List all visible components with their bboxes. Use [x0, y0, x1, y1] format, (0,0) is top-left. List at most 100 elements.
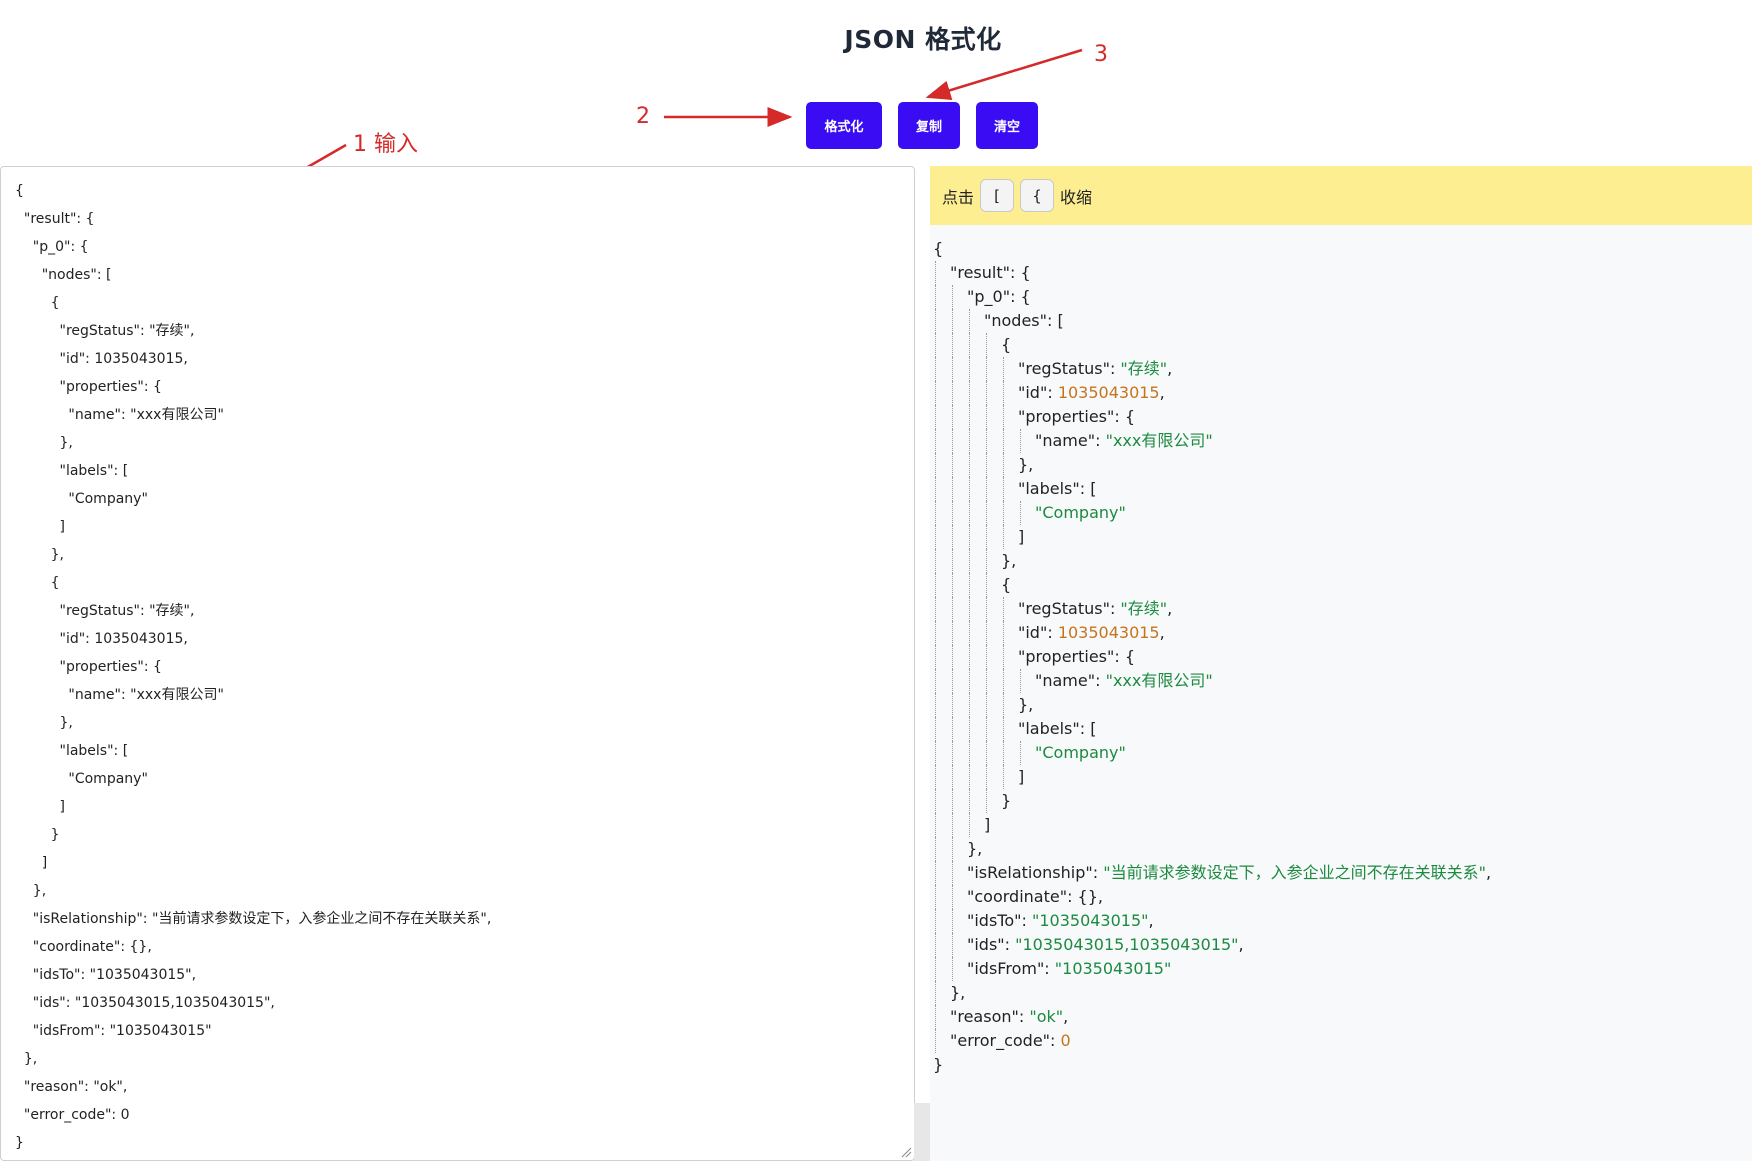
json-string-value: "Company" [1035, 743, 1126, 762]
input-line: "id": 1035043015, [15, 351, 188, 367]
input-line: }, [15, 435, 73, 451]
json-punctuation: { [1001, 575, 1012, 594]
indent-guide [986, 357, 987, 381]
json-punctuation: : [1092, 863, 1104, 882]
indent-guide [935, 309, 936, 333]
indent-guide [986, 693, 987, 717]
input-line: "properties": { [15, 659, 162, 675]
indent-guide [935, 333, 936, 357]
json-punctuation: ] [1018, 767, 1025, 786]
resize-handle-icon[interactable] [900, 1146, 912, 1158]
indent-guide [952, 429, 953, 453]
json-number-value: 1035043015 [1057, 383, 1160, 402]
input-line: "name": "xxx有限公司" [15, 407, 224, 423]
indent-guide [952, 549, 953, 573]
indent-guide [935, 477, 936, 501]
output-line: "id": 1035043015, [1018, 621, 1165, 645]
indent-guide [986, 453, 987, 477]
indent-guide [935, 597, 936, 621]
json-punctuation: : [ [1079, 479, 1097, 498]
indent-guide [935, 717, 936, 741]
input-line: "Company" [15, 771, 148, 787]
indent-guide [952, 597, 953, 621]
indent-guide [935, 501, 936, 525]
indent-guide [1020, 429, 1021, 453]
indent-guide [1003, 645, 1004, 669]
indent-guide [969, 381, 970, 405]
input-line: ] [15, 799, 65, 815]
indent-guide [952, 693, 953, 717]
clear-button[interactable]: 清空 [976, 102, 1038, 149]
page-title: JSON 格式化 [844, 25, 1002, 54]
indent-guide [952, 381, 953, 405]
indent-guide [935, 669, 936, 693]
indent-guide [986, 645, 987, 669]
input-line: }, [15, 715, 73, 731]
json-string-value: "Company" [1035, 503, 1126, 522]
indent-guide [935, 621, 936, 645]
json-punctuation: }, [1001, 551, 1017, 570]
indent-guide [969, 333, 970, 357]
json-punctuation: : [1021, 911, 1032, 930]
indent-guide [986, 525, 987, 549]
output-line: "reason": "ok", [950, 1005, 1068, 1029]
output-line: "idsFrom": "1035043015" [967, 957, 1171, 981]
indent-guide [986, 765, 987, 789]
json-key: "p_0" [967, 287, 1011, 306]
scrollbar[interactable] [914, 1103, 930, 1161]
json-string-value: "1035043015,1035043015" [1015, 935, 1239, 954]
json-punctuation: }, [950, 983, 966, 1002]
indent-guide [952, 717, 953, 741]
json-punctuation: }, [1018, 695, 1034, 714]
input-line: { [15, 575, 60, 591]
input-line: "idsTo": "1035043015", [15, 967, 197, 983]
input-line: "id": 1035043015, [15, 631, 188, 647]
json-key: "coordinate" [967, 887, 1068, 906]
indent-guide [969, 669, 970, 693]
indent-guide [952, 573, 953, 597]
output-line: "Company" [1035, 501, 1126, 525]
indent-guide [952, 885, 953, 909]
indent-guide [969, 765, 970, 789]
json-punctuation: , [1167, 359, 1173, 378]
output-line: "properties": { [1018, 405, 1135, 429]
input-line: "regStatus": "存续", [15, 603, 195, 619]
output-line: } [1001, 789, 1011, 813]
json-punctuation: ] [984, 815, 991, 834]
format-button[interactable]: 格式化 [806, 102, 882, 149]
indent-guide [935, 1029, 936, 1053]
input-line: "properties": { [15, 379, 162, 395]
json-punctuation: : { [1114, 647, 1136, 666]
json-punctuation: : [1095, 431, 1106, 450]
indent-guide [935, 813, 936, 837]
output-line: }, [1018, 693, 1033, 717]
json-input-textarea[interactable]: { "result": { "p_0": { "nodes": [ { "reg… [0, 166, 915, 1161]
json-string-value: "xxx有限公司" [1105, 671, 1213, 690]
indent-guide [952, 813, 953, 837]
indent-guide [952, 669, 953, 693]
formatted-output: {"result": {"p_0": {"nodes": [{"regStatu… [930, 225, 1752, 1161]
output-line: { [1001, 333, 1011, 357]
json-punctuation: : [1047, 623, 1058, 642]
output-line: { [933, 237, 943, 261]
json-punctuation: : [1004, 935, 1016, 954]
indent-guide [952, 957, 953, 981]
json-punctuation: , [1485, 863, 1492, 882]
input-line: "idsFrom": "1035043015" [15, 1023, 212, 1039]
indent-guide [935, 837, 936, 861]
indent-guide [1003, 741, 1004, 765]
indent-guide [952, 501, 953, 525]
input-line: "p_0": { [15, 239, 89, 255]
arrow-to-copy-button [925, 48, 1083, 100]
input-line: ] [15, 519, 65, 535]
json-punctuation: : { [1114, 407, 1136, 426]
json-punctuation: { [1001, 335, 1012, 354]
indent-guide [935, 885, 936, 909]
json-punctuation: , [1148, 911, 1154, 930]
copy-button[interactable]: 复制 [898, 102, 960, 149]
input-line: "coordinate": {}, [15, 939, 152, 955]
output-line: "result": { [950, 261, 1031, 285]
output-line: "p_0": { [967, 285, 1031, 309]
indent-guide [969, 309, 970, 333]
json-punctuation: , [1167, 599, 1173, 618]
